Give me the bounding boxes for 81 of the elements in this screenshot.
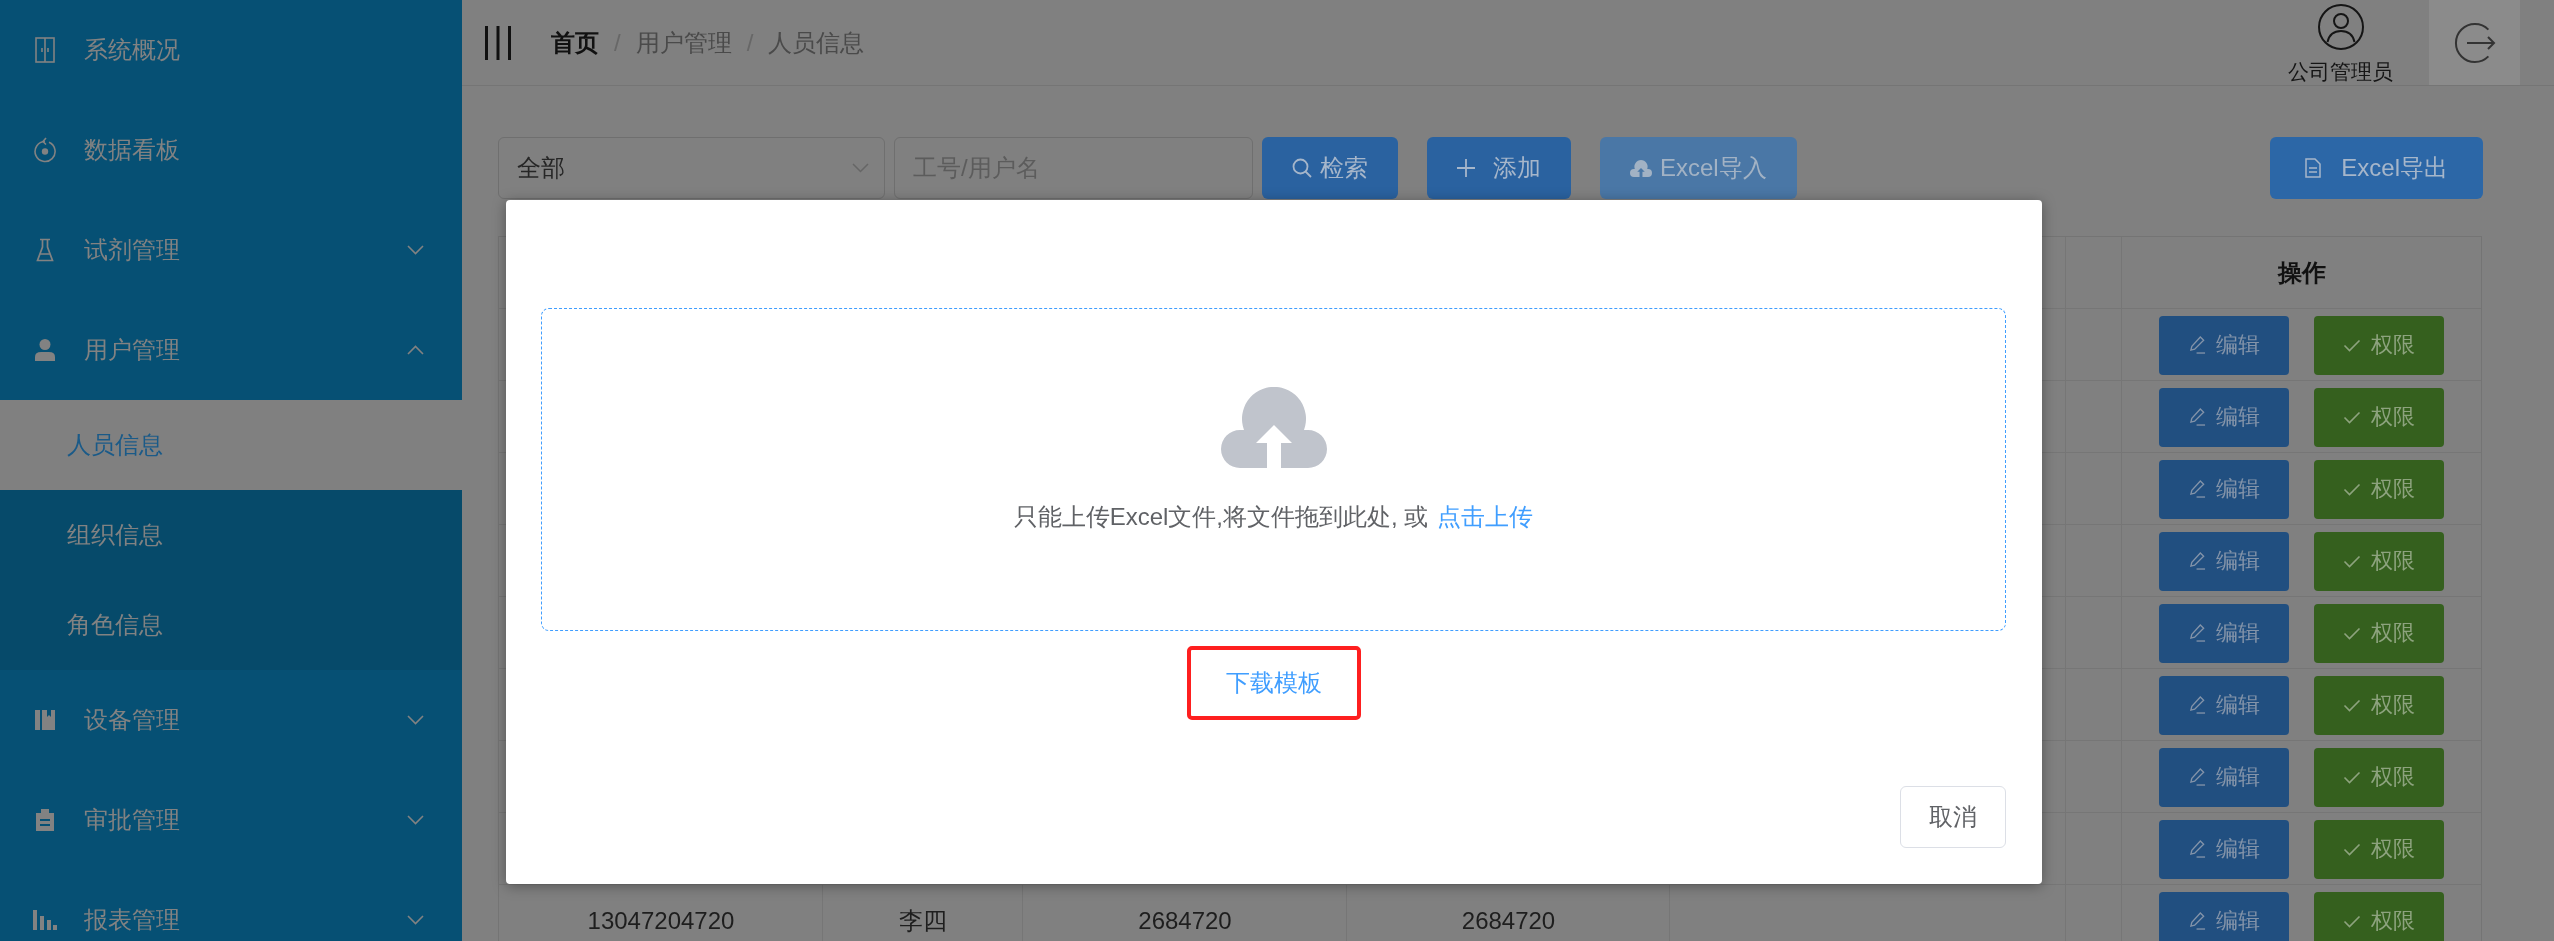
search-icon [1292, 158, 1312, 178]
submenu-item[interactable]: 人员信息 [0, 400, 462, 490]
bar-chart-icon [33, 910, 57, 930]
plus-icon [1457, 159, 1475, 177]
click-upload-link[interactable]: 点击上传 [1437, 503, 1534, 530]
edit-button[interactable]: 编辑 [2159, 819, 2289, 879]
pencil-icon [2188, 407, 2206, 427]
table-cell-text: 2684720 [1137, 906, 1233, 936]
edit-button[interactable]: 编辑 [2159, 747, 2289, 807]
circle-dot-icon [33, 137, 57, 163]
logout-button[interactable] [2429, 0, 2520, 85]
menu-item[interactable]: 试剂管理 [0, 200, 462, 300]
upload-hint: 只能上传Excel文件,将文件拖到此处, 或 点击上传 [1013, 502, 1534, 532]
permission-button[interactable]: 权限 [2314, 315, 2444, 375]
clipboard-icon [36, 809, 54, 831]
edit-button[interactable]: 编辑 [2159, 675, 2289, 735]
permission-button[interactable]: 权限 [2314, 387, 2444, 447]
menu-item[interactable]: 审批管理 [0, 770, 462, 870]
upload-dropzone[interactable]: 只能上传Excel文件,将文件拖到此处, 或 点击上传 [541, 308, 2006, 631]
cancel-button[interactable]: 取消 [1900, 786, 2006, 848]
edit-button[interactable]: 编辑 [2159, 891, 2289, 941]
check-icon [2343, 842, 2361, 856]
check-icon [2343, 626, 2361, 640]
edit-button[interactable]: 编辑 [2159, 603, 2289, 663]
add-button[interactable]: 添加 [1427, 137, 1571, 199]
user-icon [35, 339, 55, 361]
check-icon [2343, 410, 2361, 424]
submenu-item[interactable]: 组织信息 [0, 490, 462, 580]
submenu-item[interactable]: 角色信息 [0, 580, 462, 670]
menu-item[interactable]: 数据看板 [0, 100, 462, 200]
check-icon [2343, 338, 2361, 352]
edit-button[interactable]: 编辑 [2159, 459, 2289, 519]
chevron-down-icon [852, 163, 869, 173]
pencil-icon [2188, 911, 2206, 931]
flask-icon [36, 238, 54, 262]
pencil-icon [2188, 695, 2206, 715]
check-icon [2343, 554, 2361, 568]
cloud-upload-icon [1220, 387, 1327, 468]
breadcrumb-separator: / [614, 28, 621, 57]
permission-button[interactable]: 权限 [2314, 747, 2444, 807]
search-button[interactable]: 检索 [1262, 137, 1398, 199]
check-icon [2343, 482, 2361, 496]
pencil-icon [2188, 479, 2206, 499]
menu-item[interactable]: 系统概况 [0, 0, 462, 100]
user-avatar-icon[interactable] [2317, 3, 2364, 50]
permission-button[interactable]: 权限 [2314, 819, 2444, 879]
edit-button[interactable]: 编辑 [2159, 387, 2289, 447]
user-name: 公司管理员 [2288, 58, 2393, 85]
permission-button[interactable]: 权限 [2314, 603, 2444, 663]
edit-button[interactable]: 编辑 [2159, 315, 2289, 375]
download-template-link[interactable]: 下载模板 [1225, 668, 1322, 698]
check-icon [2343, 770, 2361, 784]
menu-item[interactable]: 报表管理 [0, 870, 462, 941]
check-icon [2343, 914, 2361, 928]
check-icon [2343, 698, 2361, 712]
edit-button[interactable]: 编辑 [2159, 531, 2289, 591]
pencil-icon [2188, 839, 2206, 859]
pencil-icon [2188, 623, 2206, 643]
cloud-upload-icon [1630, 159, 1652, 177]
table-cell-text: 李四 [898, 906, 948, 936]
menu-item[interactable]: 设备管理 [0, 670, 462, 770]
logout-icon [2452, 20, 2497, 65]
breadcrumb-link[interactable]: 首页 [551, 26, 599, 59]
pencil-icon [2188, 335, 2206, 355]
document-icon [2305, 158, 2322, 178]
table-cell-text: 2684720 [1460, 906, 1557, 936]
book-icon [35, 710, 55, 730]
filter-select[interactable]: 全部 [498, 137, 885, 199]
pencil-icon [2188, 767, 2206, 787]
table-cell-text: 13047204720 [586, 906, 736, 936]
menu-item[interactable]: 用户管理 [0, 300, 462, 400]
export-button[interactable]: Excel导出 [2270, 137, 2483, 199]
permission-button[interactable]: 权限 [2314, 531, 2444, 591]
permission-button[interactable]: 权限 [2314, 675, 2444, 735]
panel-icon [35, 37, 55, 63]
pencil-icon [2188, 551, 2206, 571]
column-header: 操作 [2276, 258, 2327, 288]
menu-icon[interactable] [485, 25, 511, 60]
permission-button[interactable]: 权限 [2314, 459, 2444, 519]
permission-button[interactable]: 权限 [2314, 891, 2444, 941]
breadcrumb-separator: / [746, 28, 754, 57]
